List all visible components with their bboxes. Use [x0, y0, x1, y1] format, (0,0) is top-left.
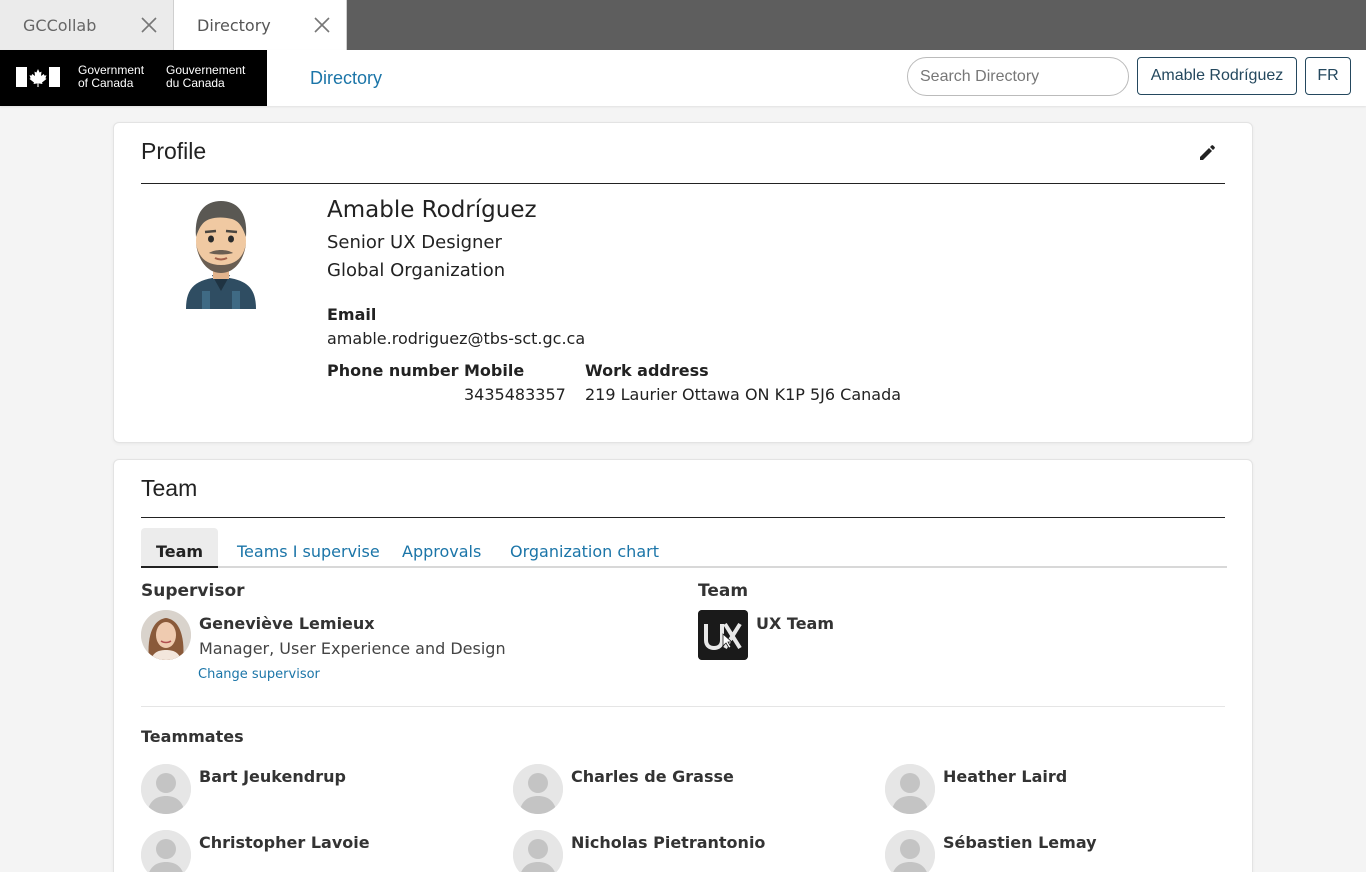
teammate-name[interactable]: Charles de Grasse — [571, 767, 734, 786]
phone-label: Phone number — [327, 361, 459, 380]
team-heading: Team — [141, 475, 198, 501]
profile-divider — [141, 183, 1225, 184]
close-icon[interactable] — [314, 17, 330, 33]
ux-team-logo[interactable] — [698, 610, 748, 660]
tab-approvals[interactable]: Approvals — [402, 528, 481, 568]
profile-name: Amable Rodríguez — [327, 197, 537, 223]
teammate-name[interactable]: Bart Jeukendrup — [199, 767, 346, 786]
tab-organization-chart[interactable]: Organization chart — [510, 528, 659, 568]
goc-fr-line2: du Canada — [166, 76, 225, 90]
supervisor-name[interactable]: Geneviève Lemieux — [199, 614, 375, 633]
close-icon[interactable] — [141, 17, 157, 33]
email-value[interactable]: amable.rodriguez@tbs-sct.gc.ca — [327, 329, 585, 348]
directory-nav-link[interactable]: Directory — [310, 68, 382, 89]
teammate-avatar[interactable] — [513, 764, 563, 814]
teammate-name[interactable]: Nicholas Pietrantonio — [571, 833, 765, 852]
goc-wordmark-fr: Gouvernement du Canada — [166, 64, 245, 90]
profile-job-title: Senior UX Designer — [327, 232, 502, 253]
mobile-label: Mobile — [464, 361, 525, 380]
teammate-name[interactable]: Heather Laird — [943, 767, 1067, 786]
search-input[interactable] — [907, 57, 1129, 96]
profile-organization: Global Organization — [327, 260, 506, 281]
browser-tab-directory[interactable]: Directory — [174, 0, 347, 50]
mobile-value: 3435483357 — [464, 385, 566, 404]
teammate-avatar[interactable] — [141, 830, 191, 872]
browser-tab-label: GCCollab — [23, 16, 97, 35]
teammate-name[interactable]: Sébastien Lemay — [943, 833, 1097, 852]
teammates-heading: Teammates — [141, 727, 244, 746]
team-name[interactable]: UX Team — [756, 614, 834, 633]
supervisor-heading: Supervisor — [141, 581, 245, 601]
government-of-canada-logo[interactable]: Government of Canada Gouvernement du Can… — [0, 50, 267, 106]
work-address-label: Work address — [585, 361, 709, 380]
browser-tab-gccollab[interactable]: GCCollab — [0, 0, 174, 50]
team-divider — [141, 517, 1225, 518]
teammate-avatar[interactable] — [885, 830, 935, 872]
browser-tab-label: Directory — [197, 16, 271, 35]
canada-flag-icon — [16, 67, 60, 87]
teammate-avatar[interactable] — [885, 764, 935, 814]
language-toggle-button[interactable]: FR — [1305, 57, 1351, 95]
change-supervisor-link[interactable]: Change supervisor — [198, 667, 320, 682]
tab-team[interactable]: Team — [141, 528, 218, 568]
supervisor-title: Manager, User Experience and Design — [199, 639, 506, 658]
team-card: Team Team Teams I supervise Approvals Or… — [113, 459, 1253, 872]
team-name-heading: Team — [698, 581, 749, 601]
supervisor-avatar[interactable] — [141, 610, 191, 660]
team-tabs: Team Teams I supervise Approvals Organiz… — [141, 528, 1227, 568]
email-label: Email — [327, 305, 377, 324]
teammate-name[interactable]: Christopher Lavoie — [199, 833, 370, 852]
user-menu-button[interactable]: Amable Rodríguez — [1137, 57, 1297, 95]
goc-en-line2: of Canada — [78, 76, 134, 90]
goc-wordmark-en: Government of Canada — [78, 64, 144, 90]
teammate-avatar[interactable] — [141, 764, 191, 814]
edit-pencil-icon[interactable] — [1198, 144, 1216, 162]
profile-heading: Profile — [141, 138, 207, 164]
teammate-avatar[interactable] — [513, 830, 563, 872]
browser-tab-bar: GCCollab Directory — [0, 0, 1366, 50]
team-section-divider — [141, 706, 1225, 707]
site-header: Government of Canada Gouvernement du Can… — [0, 50, 1366, 106]
profile-avatar — [186, 201, 256, 309]
tab-teams-i-supervise[interactable]: Teams I supervise — [237, 528, 380, 568]
work-address-value: 219 Laurier Ottawa ON K1P 5J6 Canada — [585, 385, 902, 404]
profile-card: Profile Amable Rodríguez Senior UX Desig… — [113, 122, 1253, 443]
